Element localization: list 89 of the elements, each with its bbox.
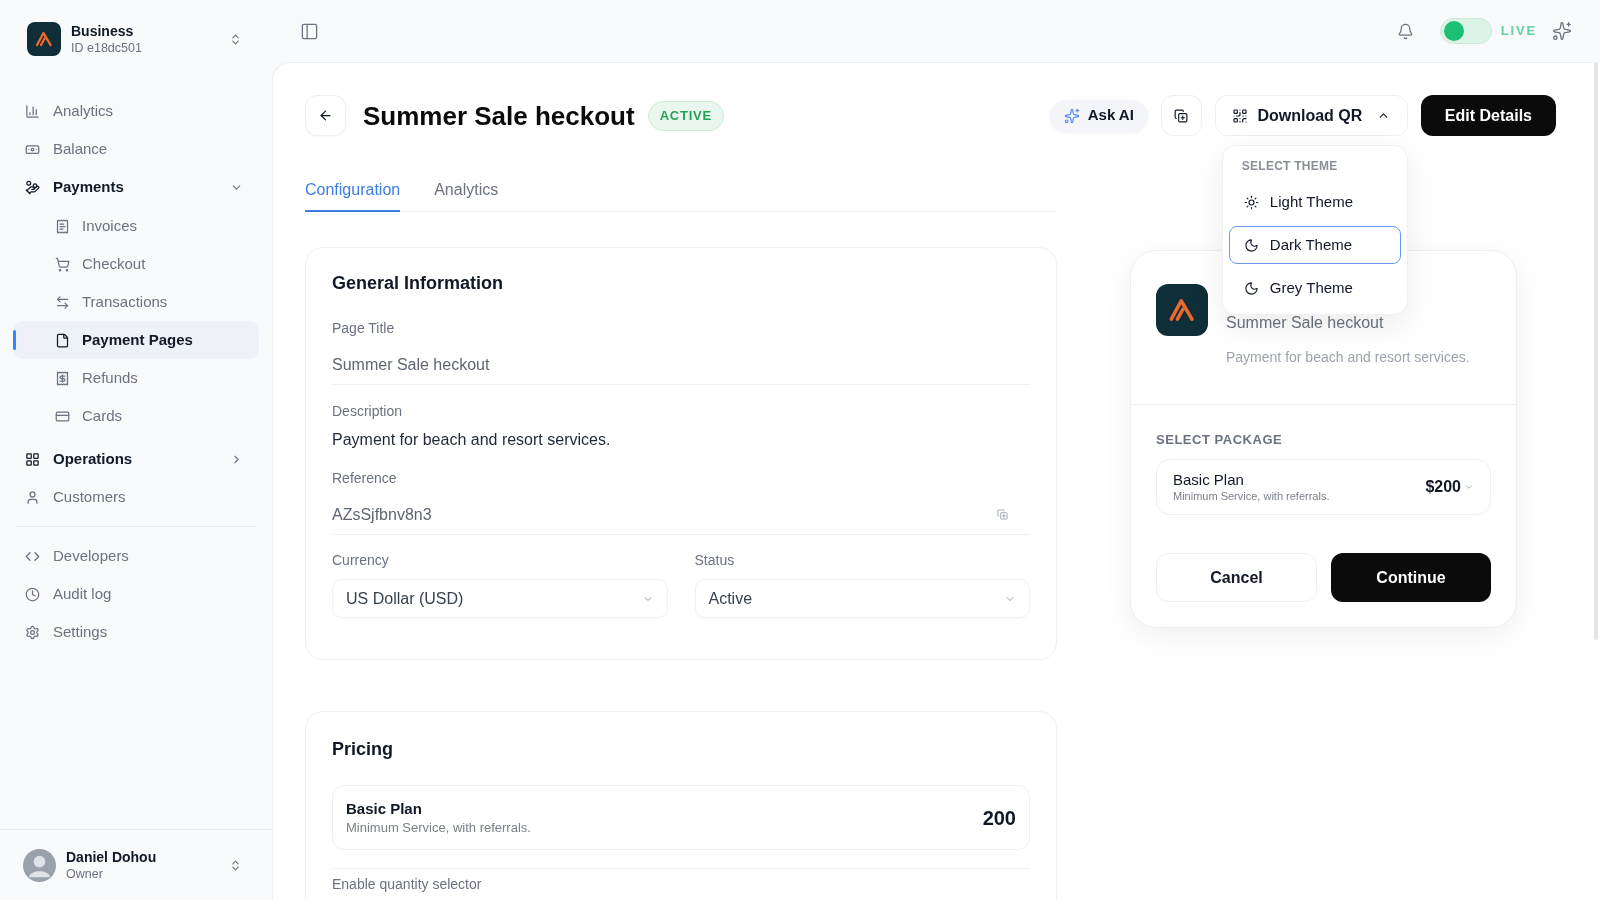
bell-icon[interactable]	[1396, 22, 1414, 40]
field-label: Description	[332, 402, 404, 421]
plan-amount: 200	[982, 805, 1016, 831]
sidebar-item[interactable]: Customers	[13, 478, 259, 516]
hand-coins-icon	[25, 179, 40, 195]
download-qr-button[interactable]: Download QR	[1214, 95, 1408, 136]
plan-description: Minimum Service, with referrals.	[346, 820, 531, 836]
theme-option[interactable]: Dark Theme	[1228, 226, 1401, 264]
plan-row[interactable]: Basic Plan Minimum Service, with referrals. 200	[332, 785, 1030, 850]
logo-icon	[1156, 284, 1208, 336]
switcher-icon[interactable]	[229, 32, 242, 46]
theme-option[interactable]: Grey Theme	[1228, 269, 1401, 307]
package-name: Basic Plan	[1173, 471, 1245, 489]
tab[interactable]: Configuration	[305, 170, 401, 212]
moon-icon	[1243, 280, 1259, 296]
sidebar-item[interactable]: Transactions	[13, 283, 259, 321]
sparkle-icon[interactable]	[1552, 21, 1572, 41]
sidebar-item[interactable]: Balance	[13, 130, 259, 168]
status-badge: ACTIVE	[647, 100, 724, 131]
switch-knob	[1443, 21, 1464, 41]
sidebar-item[interactable]: Developers	[13, 537, 259, 575]
card-title: Pricing	[332, 738, 394, 760]
copy-icon[interactable]	[997, 509, 1008, 520]
switcher-icon[interactable]	[229, 858, 242, 872]
ask-ai-button[interactable]: Ask AI	[1049, 99, 1148, 132]
field-label: Reference	[332, 469, 398, 488]
sidebar-item[interactable]: Operations	[13, 440, 259, 478]
card-title: General Information	[332, 272, 505, 294]
active-indicator	[13, 330, 16, 350]
chevron-down-icon	[1464, 482, 1474, 492]
cancel-button[interactable]: Cancel	[1156, 553, 1317, 602]
receipt-icon	[55, 218, 70, 234]
user-icon	[25, 489, 40, 505]
sun-icon	[1243, 194, 1259, 210]
sidebar-item[interactable]: Refunds	[13, 359, 259, 397]
menu-heading: SELECT THEME	[1240, 158, 1339, 174]
receipt-icon	[55, 370, 70, 386]
user-role: Owner	[66, 865, 104, 882]
avatar	[23, 848, 56, 882]
back-button[interactable]	[305, 95, 346, 136]
sidebar-item[interactable]: Payment Pages	[13, 321, 259, 359]
sidebar-item[interactable]: Invoices	[13, 207, 259, 245]
workspace-name: Business	[71, 22, 135, 40]
arrows-icon	[55, 294, 70, 310]
package-price: $200	[1425, 477, 1461, 497]
theme-option[interactable]: Light Theme	[1228, 183, 1401, 221]
mode-switch[interactable]	[1439, 18, 1492, 44]
moon-icon	[1243, 237, 1259, 253]
document-icon	[55, 332, 70, 348]
user-name: Daniel Dohou	[66, 848, 158, 866]
field-label: Page Title	[332, 319, 396, 338]
mode-label: LIVE	[1500, 22, 1537, 41]
field-label: Currency	[332, 551, 390, 570]
workspace-id: ID e18dc501	[71, 39, 143, 56]
sidebar-toggle-icon[interactable]	[300, 21, 319, 41]
copy-icon	[1174, 108, 1189, 123]
preview-description: Payment for beach and resort services.	[1226, 348, 1470, 367]
sidebar-item[interactable]: Audit log	[13, 575, 259, 613]
sidebar-item[interactable]: Analytics	[13, 92, 259, 130]
package-description: Minimum Service, with referrals.	[1173, 489, 1330, 503]
description-text: Payment for beach and resort services.	[332, 430, 612, 450]
field-label: Enable quantity selector	[332, 876, 483, 893]
edit-details-button[interactable]: Edit Details	[1420, 95, 1556, 136]
preview-title: Summer Sale heckout	[1226, 313, 1385, 333]
page-title: Summer Sale heckout	[363, 99, 635, 132]
sidebar-item[interactable]: Payments	[13, 168, 259, 206]
input-field[interactable]: AZsSjfbnv8n3	[332, 495, 1030, 535]
cart-icon	[55, 256, 70, 272]
field-label: Status	[694, 551, 736, 570]
bar-chart-icon	[25, 103, 40, 119]
plan-name: Basic Plan	[346, 799, 423, 818]
duplicate-button[interactable]	[1160, 95, 1202, 136]
section-heading: SELECT PACKAGE	[1156, 432, 1284, 448]
select-field[interactable]: Active	[694, 579, 1030, 618]
clock-icon	[25, 586, 40, 602]
sparkle-icon	[1063, 107, 1080, 124]
credit-card-icon	[55, 408, 70, 424]
input-field[interactable]: Summer Sale heckout	[332, 345, 1030, 385]
sidebar-item[interactable]: Settings	[13, 613, 259, 651]
tab[interactable]: Analytics	[434, 170, 499, 212]
continue-button[interactable]: Continue	[1331, 553, 1491, 602]
grid-icon	[25, 451, 40, 467]
sidebar-item[interactable]: Checkout	[13, 245, 259, 283]
logo-icon	[27, 22, 61, 56]
settings-icon	[25, 624, 40, 640]
select-field[interactable]: US Dollar (USD)	[332, 579, 668, 618]
package-select[interactable]: Basic Plan Minimum Service, with referrals. $200	[1156, 459, 1491, 515]
qr-code-icon	[1232, 107, 1249, 124]
sidebar-item[interactable]: Cards	[13, 397, 259, 435]
